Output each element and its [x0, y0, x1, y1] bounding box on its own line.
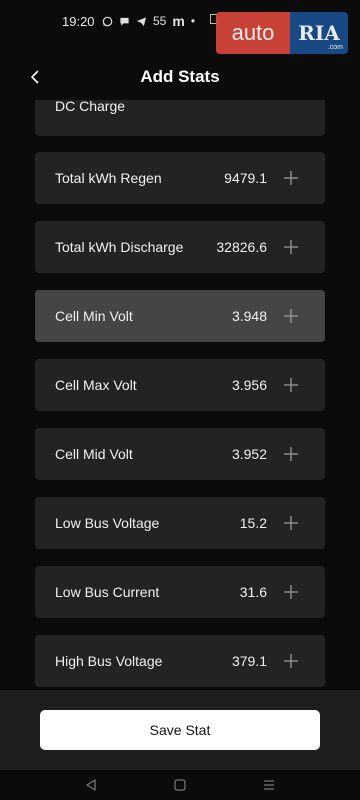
- chevron-left-icon: [31, 70, 39, 84]
- status-app-letter: m: [172, 13, 185, 29]
- add-stat-button[interactable]: [281, 582, 301, 602]
- stat-label: High Bus Voltage: [55, 653, 163, 669]
- footer: Save Stat: [0, 690, 360, 770]
- plus-icon: [284, 309, 298, 323]
- watermark-ria: RIA .com: [290, 12, 348, 54]
- square-home-icon: [174, 779, 186, 791]
- plus-icon: [284, 171, 298, 185]
- stat-row-high-bus-voltage[interactable]: High Bus Voltage 379.1: [35, 635, 325, 687]
- stat-row-dc-charge[interactable]: DC Charge: [35, 100, 325, 136]
- nav-recents-button[interactable]: [260, 776, 278, 794]
- plus-icon: [284, 378, 298, 392]
- add-stat-button[interactable]: [281, 513, 301, 533]
- triangle-back-icon: [86, 779, 96, 791]
- nav-back-button[interactable]: [82, 776, 100, 794]
- add-stat-button[interactable]: [281, 375, 301, 395]
- chat-bubble-icon: [119, 16, 130, 27]
- stat-label: Total kWh Regen: [55, 170, 162, 186]
- stat-value: 3.952: [231, 446, 267, 462]
- stat-value: 9479.1: [224, 170, 267, 186]
- stats-list[interactable]: DC Charge Total kWh Regen 9479.1 Total k…: [0, 100, 360, 690]
- menu-recents-icon: [264, 780, 274, 790]
- add-stat-button[interactable]: [281, 168, 301, 188]
- autoria-watermark: auto RIA .com: [216, 12, 348, 54]
- add-stat-button[interactable]: [281, 651, 301, 671]
- nav-home-button[interactable]: [171, 776, 189, 794]
- dot-icon: •: [190, 14, 196, 28]
- stat-row-cell-max-volt[interactable]: Cell Max Volt 3.956: [35, 359, 325, 411]
- header: Add Stats: [0, 54, 360, 100]
- plus-icon: [284, 516, 298, 530]
- stat-value: 32826.6: [216, 239, 267, 255]
- stat-label: Cell Max Volt: [55, 377, 137, 393]
- stat-row-cell-min-volt[interactable]: Cell Min Volt 3.948: [35, 290, 325, 342]
- stat-value: 31.6: [239, 584, 267, 600]
- stat-label: Cell Min Volt: [55, 308, 133, 324]
- status-time: 19:20: [62, 14, 95, 29]
- add-stat-button[interactable]: [281, 237, 301, 257]
- stat-value: 3.948: [231, 308, 267, 324]
- stat-row-cell-mid-volt[interactable]: Cell Mid Volt 3.952: [35, 428, 325, 480]
- watermark-auto: auto: [216, 12, 290, 54]
- status-count: 55: [153, 14, 167, 28]
- stat-value: 379.1: [231, 653, 267, 669]
- add-stat-button[interactable]: [281, 444, 301, 464]
- stat-value: 15.2: [239, 515, 267, 531]
- stat-label: Low Bus Current: [55, 584, 160, 600]
- page-title: Add Stats: [140, 67, 220, 86]
- plus-icon: [284, 240, 298, 254]
- whatsapp-icon: [102, 16, 113, 27]
- stat-label: DC Charge: [55, 100, 126, 114]
- plus-icon: [284, 447, 298, 461]
- telegram-icon: [136, 16, 147, 27]
- stat-value: 3.956: [231, 377, 267, 393]
- status-notification-icons: 55 m •: [102, 13, 195, 29]
- save-stat-button[interactable]: Save Stat: [40, 710, 320, 750]
- watermark-ria-text: RIA: [298, 21, 340, 45]
- stat-row-low-bus-current[interactable]: Low Bus Current 31.6: [35, 566, 325, 618]
- back-button[interactable]: [22, 64, 48, 90]
- stat-row-total-kwh-discharge[interactable]: Total kWh Discharge 32826.6: [35, 221, 325, 273]
- system-nav-bar: [0, 770, 360, 800]
- watermark-ria-domain: .com: [327, 44, 343, 51]
- stat-label: Cell Mid Volt: [55, 446, 133, 462]
- stat-row-total-kwh-regen[interactable]: Total kWh Regen 9479.1: [35, 152, 325, 204]
- stat-label: Total kWh Discharge: [55, 239, 184, 255]
- add-stat-button[interactable]: [281, 306, 301, 326]
- stat-row-low-bus-voltage[interactable]: Low Bus Voltage 15.2: [35, 497, 325, 549]
- plus-icon: [284, 654, 298, 668]
- plus-icon: [284, 585, 298, 599]
- stat-label: Low Bus Voltage: [55, 515, 160, 531]
